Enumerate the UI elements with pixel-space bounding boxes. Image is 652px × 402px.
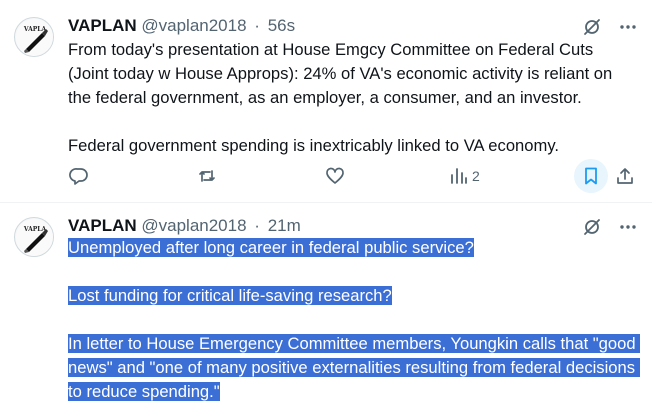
- like-icon[interactable]: [318, 159, 352, 193]
- views-button[interactable]: 2: [446, 160, 480, 192]
- more-icon[interactable]: [618, 217, 638, 237]
- display-name[interactable]: VAPLAN: [68, 216, 137, 235]
- reply-button[interactable]: [62, 160, 96, 192]
- tweet-header-actions: [582, 16, 638, 38]
- tweet-text: Unemployed after long career in federal …: [68, 236, 641, 402]
- vaplan-logo-icon: VAPLA: [16, 219, 53, 256]
- bookmark-button[interactable]: [574, 159, 608, 193]
- share-button[interactable]: [608, 160, 642, 192]
- selected-text: Lost funding for critical life-saving re…: [68, 286, 392, 305]
- tweet-paragraph: In letter to House Emergency Committee m…: [68, 332, 641, 402]
- bookmark-icon[interactable]: [574, 159, 608, 193]
- tweet-header: VAPLAN @vaplan2018 · 56s: [68, 15, 638, 37]
- tweet-paragraph: Unemployed after long career in federal …: [68, 236, 636, 260]
- avatar[interactable]: VAPLA: [14, 217, 54, 257]
- svg-text:VAPLA: VAPLA: [23, 226, 47, 233]
- tweet-paragraph: From today's presentation at House Emgcy…: [68, 40, 617, 107]
- separator-dot: ·: [254, 16, 260, 35]
- views-icon[interactable]: [446, 159, 472, 193]
- tweet[interactable]: VAPLA VAPLAN @vaplan2018 · 56s From toda…: [0, 0, 652, 203]
- tweet-actions: 2: [58, 159, 642, 193]
- share-icon[interactable]: [608, 159, 642, 193]
- like-button[interactable]: [318, 160, 352, 192]
- tweet-paragraph: Lost funding for critical life-saving re…: [68, 284, 636, 308]
- vaplan-logo-icon: VAPLA: [16, 19, 53, 56]
- timestamp[interactable]: 21m: [268, 216, 301, 235]
- retweet-button[interactable]: [190, 160, 224, 192]
- tweet-paragraph: Federal government spending is inextrica…: [68, 136, 560, 155]
- reply-icon[interactable]: [62, 159, 96, 193]
- avatar[interactable]: VAPLA: [14, 17, 54, 57]
- selected-text: Unemployed after long career in federal …: [68, 238, 474, 257]
- timestamp[interactable]: 56s: [268, 16, 295, 35]
- retweet-icon[interactable]: [190, 159, 224, 193]
- user-handle[interactable]: @vaplan2018: [141, 216, 246, 235]
- separator-dot: ·: [254, 216, 260, 235]
- more-icon[interactable]: [618, 17, 638, 37]
- tweet-header: VAPLAN @vaplan2018 · 21m: [68, 215, 638, 237]
- selected-text: In letter to House Emergency Committee m…: [68, 334, 641, 401]
- grok-icon[interactable]: [582, 217, 602, 237]
- svg-text:VAPLA: VAPLA: [23, 26, 47, 33]
- display-name[interactable]: VAPLAN: [68, 16, 137, 35]
- tweet-header-actions: [582, 216, 638, 238]
- tweet-text: From today's presentation at House Emgcy…: [68, 38, 636, 158]
- views-count: 2: [472, 168, 480, 184]
- grok-icon[interactable]: [582, 17, 602, 37]
- tweet[interactable]: VAPLA VAPLAN @vaplan2018 · 21m Unemploye…: [0, 204, 652, 402]
- user-handle[interactable]: @vaplan2018: [141, 16, 246, 35]
